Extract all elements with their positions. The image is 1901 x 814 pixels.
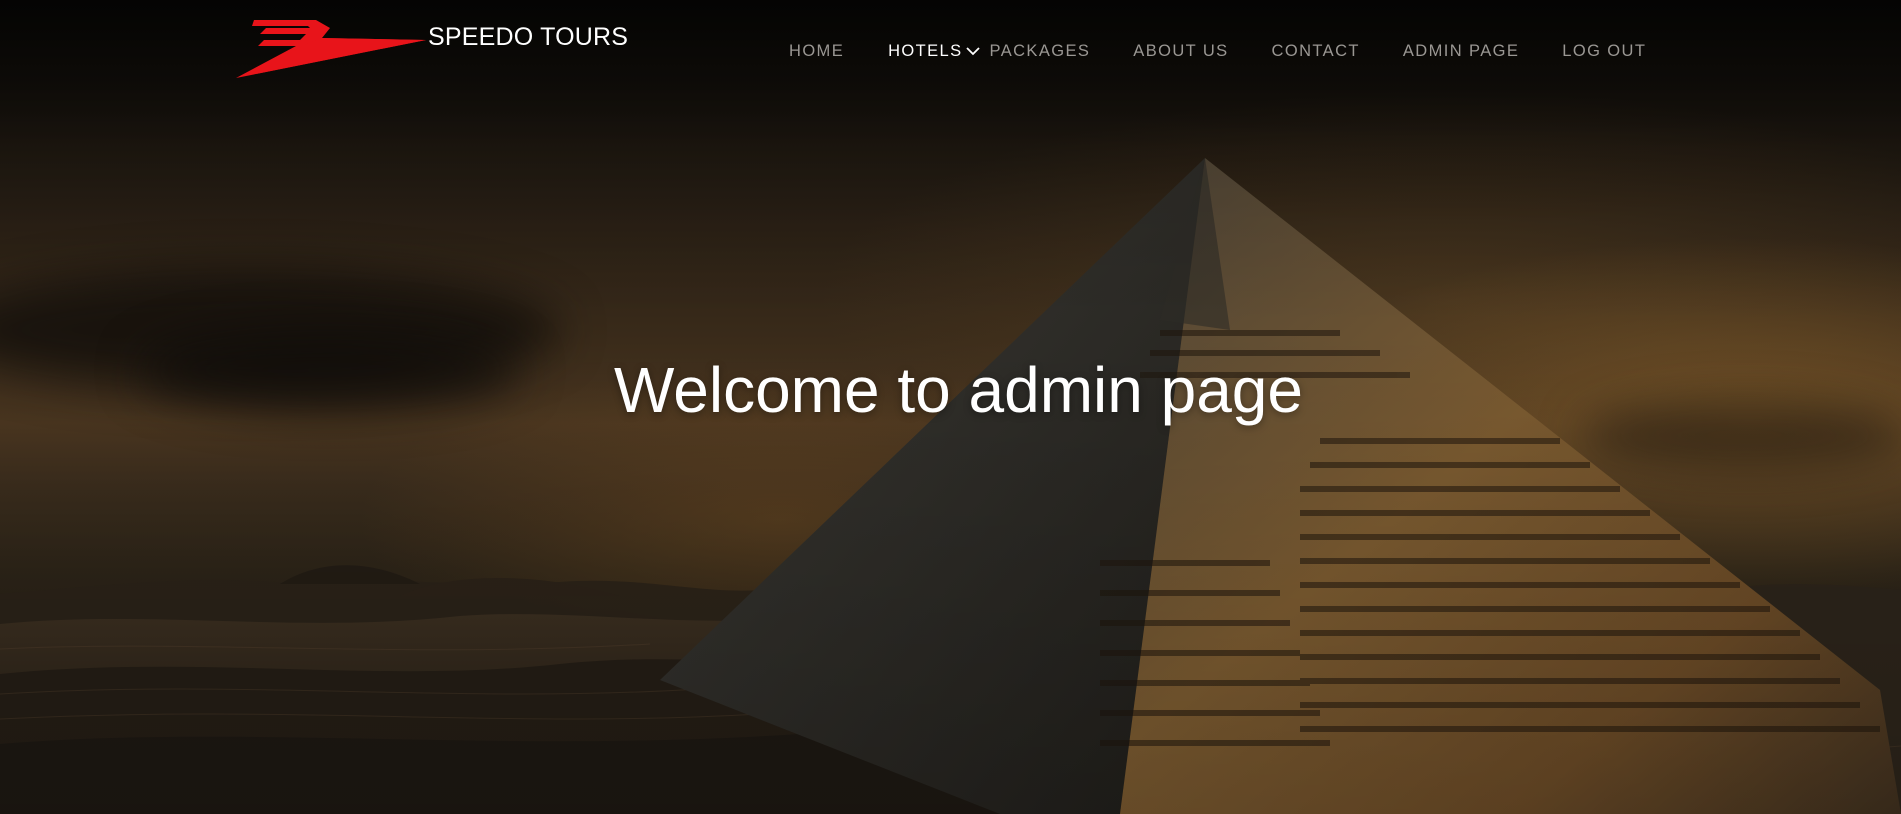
nav-item-contact[interactable]: CONTACT bbox=[1272, 42, 1360, 61]
nav-item-admin-page[interactable]: ADMIN PAGE bbox=[1403, 42, 1519, 61]
brand-link[interactable]: SPEEDO TOURS bbox=[236, 18, 628, 78]
brand-name: SPEEDO TOURS bbox=[428, 22, 629, 51]
main-nav: HOME HOTELS PACKAGES ABOUT US CONTACT AD… bbox=[789, 42, 1646, 61]
nav-item-hotels[interactable]: HOTELS bbox=[888, 42, 980, 61]
chevron-down-icon bbox=[965, 46, 980, 55]
nav-item-packages[interactable]: PACKAGES bbox=[990, 42, 1091, 61]
nav-item-about-us[interactable]: ABOUT US bbox=[1133, 42, 1228, 61]
nav-item-home[interactable]: HOME bbox=[789, 42, 844, 61]
nav-item-log-out[interactable]: LOG OUT bbox=[1562, 42, 1646, 61]
hero-title: Welcome to admin page bbox=[614, 354, 1303, 426]
site-header: SPEEDO TOURS HOME HOTELS PACKAGES ABOUT … bbox=[0, 0, 1901, 100]
speedo-wing-logo-icon bbox=[236, 20, 426, 78]
nav-item-hotels-label: HOTELS bbox=[888, 42, 963, 60]
